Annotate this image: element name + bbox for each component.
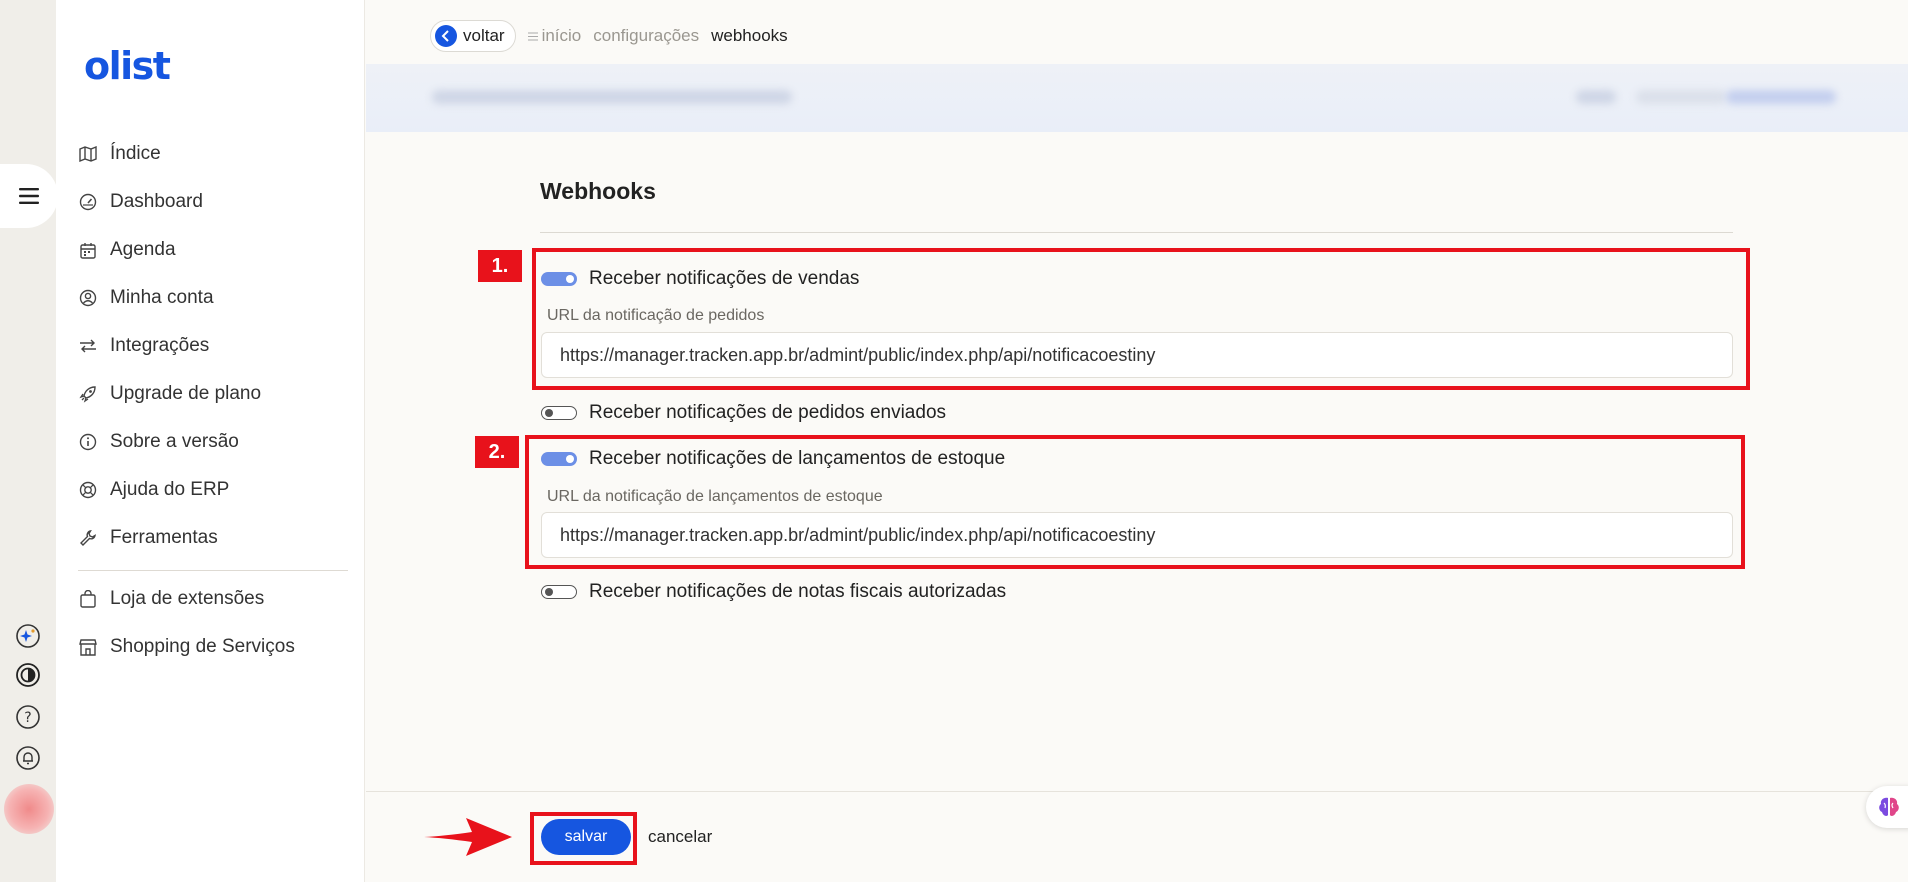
hamburger-icon — [19, 188, 39, 204]
sidebar-divider — [78, 570, 348, 571]
annotation-badge-1: 1. — [478, 250, 522, 282]
title-divider — [540, 232, 1733, 233]
icon-rail: ? — [0, 0, 58, 882]
sidebar-item-label: Minha conta — [110, 287, 214, 308]
toggle-label: Receber notificações de notas fiscais au… — [589, 581, 1007, 602]
toggle-row-pedidos-enviados: Receber notificações de pedidos enviados — [541, 402, 946, 424]
gauge-icon — [78, 192, 98, 212]
avatar[interactable] — [4, 784, 54, 834]
sidebar-item-ferramentas[interactable]: Ferramentas — [78, 514, 348, 562]
help-icon[interactable]: ? — [14, 703, 42, 731]
bell-icon[interactable] — [14, 744, 42, 772]
sidebar: olist Índice Dashboard Agenda Minha cont… — [56, 0, 365, 882]
shopping-bag-icon — [78, 589, 98, 609]
calendar-icon — [78, 240, 98, 260]
sidebar-item-dashboard[interactable]: Dashboard — [78, 178, 348, 226]
sidebar-item-ajuda-erp[interactable]: Ajuda do ERP — [78, 466, 348, 514]
user-circle-icon — [78, 288, 98, 308]
olist-logo[interactable]: olist — [84, 44, 171, 88]
sidebar-item-sobre-versao[interactable]: Sobre a versão — [78, 418, 348, 466]
sidebar-item-integracoes[interactable]: Integrações — [78, 322, 348, 370]
footer-divider — [366, 791, 1908, 792]
breadcrumb: voltar início configurações webhooks — [430, 20, 788, 52]
breadcrumb-home[interactable]: início — [527, 26, 581, 46]
sidebar-item-label: Sobre a versão — [110, 431, 239, 452]
lifebuoy-icon — [78, 480, 98, 500]
cancel-button[interactable]: cancelar — [648, 827, 712, 847]
rocket-icon — [78, 384, 98, 404]
sidebar-item-label: Ajuda do ERP — [110, 479, 230, 500]
sidebar-item-label: Shopping de Serviços — [110, 636, 295, 657]
map-icon — [78, 144, 98, 164]
ai-sparkle-icon[interactable] — [14, 622, 42, 650]
sidebar-item-label: Ferramentas — [110, 527, 218, 548]
menu-toggle-button[interactable] — [0, 164, 58, 228]
assistant-brain-button[interactable] — [1866, 786, 1908, 828]
sidebar-item-loja-extensoes[interactable]: Loja de extensões — [78, 575, 348, 623]
sidebar-item-label: Upgrade de plano — [110, 383, 262, 404]
sidebar-nav: Índice Dashboard Agenda Minha conta Inte… — [78, 130, 348, 671]
arrows-swap-icon — [78, 336, 98, 356]
back-label: voltar — [463, 26, 505, 45]
sidebar-item-indice[interactable]: Índice — [78, 130, 348, 178]
annotation-badge-2: 2. — [475, 436, 519, 468]
breadcrumb-current: webhooks — [711, 26, 788, 45]
wrench-icon — [78, 528, 98, 548]
back-button[interactable]: voltar — [430, 20, 516, 52]
annotation-box-2 — [525, 435, 1745, 569]
storefront-icon — [78, 637, 98, 657]
sidebar-item-label: Agenda — [110, 239, 176, 260]
blurred-header — [366, 64, 1908, 132]
chevron-left-icon — [435, 25, 457, 47]
info-icon — [78, 432, 98, 452]
toggle-notas-fiscais[interactable] — [541, 585, 577, 599]
svg-text:?: ? — [24, 710, 31, 726]
sidebar-item-shopping-servicos[interactable]: Shopping de Serviços — [78, 623, 348, 671]
sidebar-item-label: Loja de extensões — [110, 588, 265, 609]
brain-icon — [1879, 797, 1899, 816]
sidebar-item-label: Índice — [110, 143, 161, 164]
sidebar-item-upgrade[interactable]: Upgrade de plano — [78, 370, 348, 418]
page-title: Webhooks — [540, 178, 656, 204]
save-button[interactable]: salvar — [541, 819, 631, 855]
contrast-icon[interactable] — [14, 661, 42, 689]
sidebar-item-minha-conta[interactable]: Minha conta — [78, 274, 348, 322]
annotation-box-1 — [532, 248, 1750, 390]
toggle-label: Receber notificações de pedidos enviados — [589, 402, 947, 423]
toggle-row-notas-fiscais: Receber notificações de notas fiscais au… — [541, 581, 1006, 603]
sidebar-item-label: Dashboard — [110, 191, 203, 212]
sidebar-item-agenda[interactable]: Agenda — [78, 226, 348, 274]
arrow-annotation-icon — [424, 818, 512, 856]
breadcrumb-configuracoes[interactable]: configurações — [593, 26, 699, 46]
sidebar-item-label: Integrações — [110, 335, 210, 356]
list-icon — [527, 32, 538, 40]
toggle-pedidos-enviados[interactable] — [541, 406, 577, 420]
